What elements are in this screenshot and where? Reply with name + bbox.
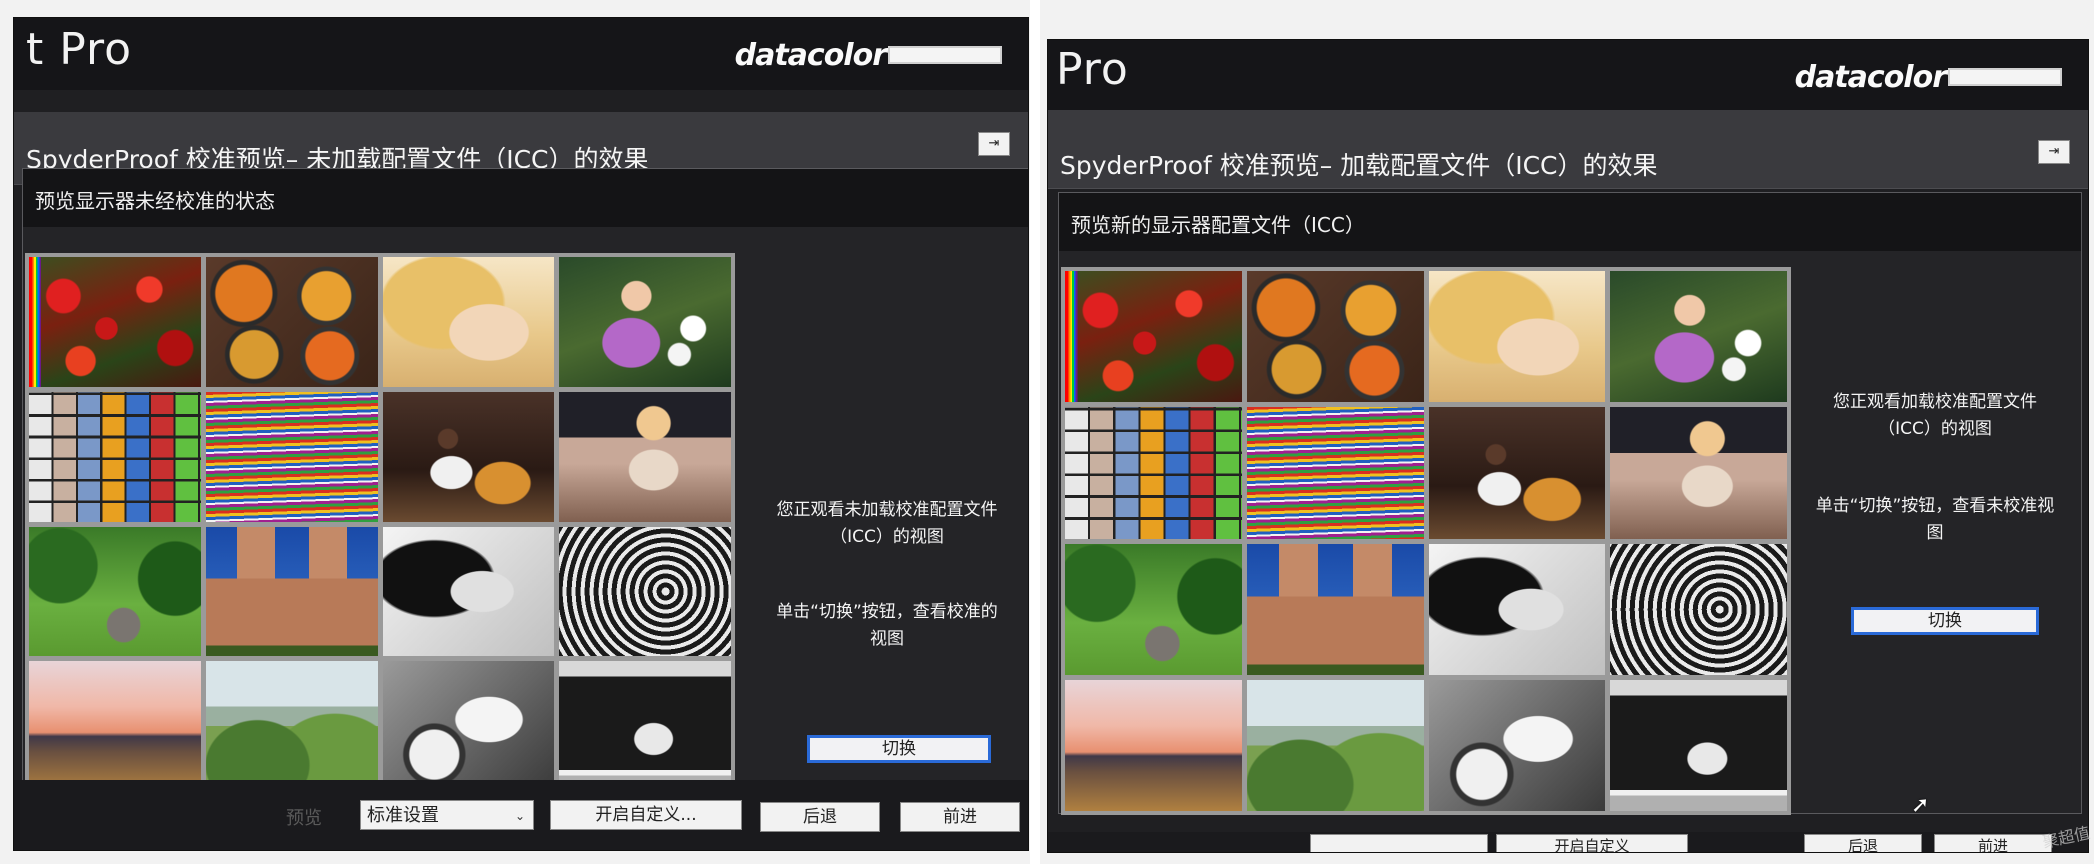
sample-image-garden bbox=[29, 526, 201, 657]
sample-image-plates bbox=[1246, 271, 1424, 403]
sample-image-girl-flowers bbox=[1610, 271, 1787, 403]
sample-image-scooter bbox=[382, 661, 555, 791]
datacolor-logo: datacolor bbox=[735, 36, 1002, 74]
sample-image-hills bbox=[205, 661, 378, 791]
toggle-hint-text: 单击“切换”按钮，查看未校准视图 bbox=[1815, 496, 2055, 543]
sample-image-blonde-woman bbox=[1428, 271, 1606, 403]
toggle-hint-text: 单击“切换”按钮，查看校准的视图 bbox=[776, 602, 998, 649]
sample-image-color-checker bbox=[29, 391, 201, 522]
sample-image-church bbox=[205, 526, 378, 657]
calibration-window-uncalibrated: t Pro datacolor SpyderProof 校准预览– 未加载配置文… bbox=[14, 18, 1028, 850]
sample-image-guitarist bbox=[1428, 407, 1606, 539]
right-photo: Pro datacolor SpyderProof 校准预览– 加载配置文件（I… bbox=[1040, 0, 2094, 864]
calibration-window-calibrated: Pro datacolor SpyderProof 校准预览– 加载配置文件（I… bbox=[1048, 40, 2088, 852]
back-button[interactable]: 后退 bbox=[760, 802, 880, 832]
preview-panel: 预览新的显示器配置文件（ICC） 您正观看加载校准配置文件（ICC）的视图 单击… bbox=[1058, 192, 2082, 818]
brand-bar bbox=[1948, 68, 2062, 86]
sample-image-sunset bbox=[29, 661, 201, 791]
preview-subheader: 预览新的显示器配置文件（ICC） bbox=[1059, 193, 2081, 251]
next-button[interactable]: 前进 bbox=[900, 802, 1020, 832]
title-bar: Pro datacolor bbox=[1048, 40, 2088, 112]
sample-image-fabric bbox=[205, 391, 378, 522]
sample-image-garden bbox=[1065, 543, 1242, 675]
preset-select[interactable] bbox=[1310, 834, 1488, 852]
sample-image-peppers bbox=[1065, 271, 1242, 403]
sample-image-color-checker bbox=[1065, 407, 1242, 539]
mouse-pointer-icon: ➚ bbox=[1911, 793, 1930, 818]
app-title: Pro bbox=[1056, 44, 1129, 95]
sample-image-bw-portrait bbox=[382, 526, 555, 657]
sample-image-woman-lace bbox=[1610, 407, 1787, 539]
sample-image-statue bbox=[1610, 679, 1787, 811]
custom-button[interactable]: 开启自定义... bbox=[550, 800, 742, 830]
preset-select-value: 标准设置 bbox=[367, 805, 439, 826]
brand-bar bbox=[888, 46, 1002, 64]
page-header: SpyderProof 校准预览– 加载配置文件（ICC）的效果 ⇥ bbox=[1048, 110, 2088, 189]
footer-bar: 开启自定义 后退 前进 bbox=[1048, 832, 2088, 852]
left-photo: t Pro datacolor SpyderProof 校准预览– 未加载配置文… bbox=[0, 0, 1030, 864]
preview-subtitle: 预览显示器未经校准的状态 bbox=[35, 189, 275, 213]
sample-image-grid bbox=[1061, 267, 1791, 815]
chevron-down-icon: ⌄ bbox=[514, 809, 525, 823]
pin-panel-button[interactable]: ⇥ bbox=[978, 132, 1010, 156]
app-title: t Pro bbox=[26, 24, 133, 75]
custom-button[interactable]: 开启自定义 bbox=[1496, 834, 1688, 852]
page-title: SpyderProof 校准预览– 加载配置文件（ICC）的效果 bbox=[1060, 151, 1658, 180]
sample-image-blonde-woman bbox=[382, 257, 555, 387]
title-bar: t Pro datacolor bbox=[14, 18, 1028, 90]
next-button[interactable]: 前进 bbox=[1934, 834, 2052, 852]
pin-panel-button[interactable]: ⇥ bbox=[2038, 140, 2070, 164]
sample-image-scooter bbox=[1428, 679, 1606, 811]
sample-image-church bbox=[1246, 543, 1424, 675]
sample-image-bw-portrait bbox=[1428, 543, 1606, 675]
sample-image-hills bbox=[1246, 679, 1424, 811]
sample-image-spiral-stairs bbox=[559, 526, 731, 657]
sample-image-fabric bbox=[1246, 407, 1424, 539]
sample-image-grid bbox=[25, 253, 735, 795]
datacolor-logo: datacolor bbox=[1795, 58, 2062, 96]
sample-image-woman-lace bbox=[559, 391, 731, 522]
brand-name: datacolor bbox=[1794, 59, 1947, 95]
toggle-button[interactable]: 切换 bbox=[1851, 607, 2039, 635]
sample-image-peppers bbox=[29, 257, 201, 387]
preview-label: 预览 bbox=[286, 808, 322, 829]
sample-image-statue bbox=[559, 661, 731, 791]
sample-image-sunset bbox=[1065, 679, 1242, 811]
preview-subheader: 预览显示器未经校准的状态 bbox=[23, 169, 1028, 227]
footer-bar: 预览 标准设置 ⌄ 开启自定义... 后退 前进 bbox=[14, 780, 1028, 850]
preview-subtitle: 预览新的显示器配置文件（ICC） bbox=[1071, 213, 1365, 237]
sample-image-spiral-stairs bbox=[1610, 543, 1787, 675]
preview-panel: 预览显示器未经校准的状态 您正观看未加载校准配置文件（ICC）的视图 单击“切换… bbox=[22, 168, 1028, 800]
preset-select[interactable]: 标准设置 ⌄ bbox=[360, 800, 534, 830]
view-status-text: 您正观看未加载校准配置文件（ICC）的视图 bbox=[776, 500, 998, 547]
sample-image-guitarist bbox=[382, 391, 555, 522]
sample-image-girl-flowers bbox=[559, 257, 731, 387]
back-button[interactable]: 后退 bbox=[1804, 834, 1922, 852]
toggle-button[interactable]: 切换 bbox=[807, 735, 991, 763]
view-status-text: 您正观看加载校准配置文件（ICC）的视图 bbox=[1833, 392, 2037, 439]
brand-name: datacolor bbox=[734, 37, 887, 73]
sample-image-plates bbox=[205, 257, 378, 387]
